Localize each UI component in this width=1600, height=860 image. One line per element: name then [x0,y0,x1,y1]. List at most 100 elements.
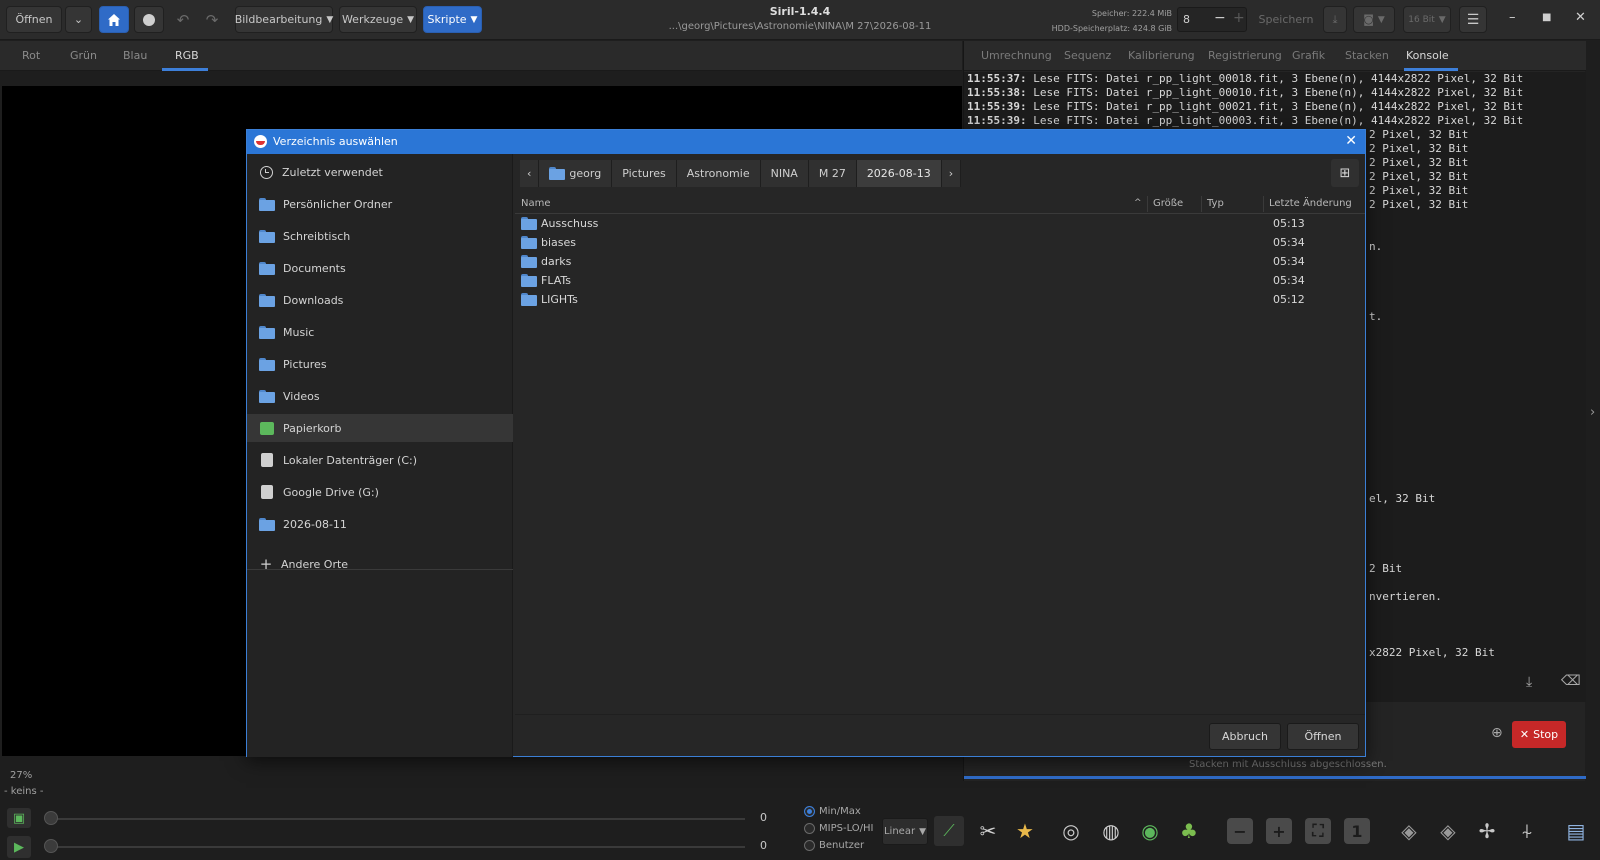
sidebar-item-drive-g[interactable]: Google Drive (G:) [247,478,513,506]
rgb-align-button[interactable]: ⍭ [1512,816,1542,846]
star-button[interactable]: ★ [1010,816,1040,846]
layers-button[interactable]: ▤ [1561,816,1591,846]
sidebar-item-home[interactable]: Persönlicher Ordner [247,190,513,218]
zoom-out-button[interactable]: − [1227,818,1253,844]
crosshair-button[interactable]: ✢ [1472,816,1502,846]
sidebar-item-label: Zuletzt verwendet [282,165,383,179]
main-menu-button[interactable]: ☰ [1459,6,1487,33]
tab-console[interactable]: Konsole [1406,49,1449,62]
dialog-close-button[interactable]: ✕ [1345,133,1357,149]
column-name[interactable]: Name [521,198,551,209]
zoom-in-button[interactable]: + [1266,818,1292,844]
tab-sequence[interactable]: Sequenz [1064,49,1111,62]
save-button[interactable]: Speichern [1255,6,1317,33]
file-row[interactable]: Ausschuss 05:13 [515,214,1365,233]
crumb-georg[interactable]: georg [539,160,613,187]
sidebar-item-downloads[interactable]: Downloads [247,286,513,314]
tree-button[interactable]: ♣ [1174,816,1204,846]
home-button[interactable] [99,6,129,33]
maximize-button[interactable]: ■ [1542,12,1551,23]
radio-minmax[interactable]: Min/Max [804,806,861,817]
open-button[interactable]: Öffnen [6,6,62,33]
sidebar-item-videos[interactable]: Videos [247,382,513,410]
save-log-button[interactable]: ⤓ [1526,674,1532,690]
file-modified: 05:34 [1273,255,1305,268]
radio-mips[interactable]: MIPS-LO/HI [804,823,874,834]
sidebar-item-recent[interactable]: Zuletzt verwendet [247,158,513,186]
close-button[interactable]: ✕ [1575,10,1586,25]
tab-blue[interactable]: Blau [123,49,147,62]
tab-stacking[interactable]: Stacken [1345,49,1389,62]
zoom-fit-button[interactable]: ⛶ [1305,818,1331,844]
histogram-button[interactable]: ▣ [7,808,31,828]
crumb-pictures[interactable]: Pictures [612,160,677,187]
globe-button[interactable]: ◍ [1096,816,1126,846]
sidebar-item-pictures[interactable]: Pictures [247,350,513,378]
file-row[interactable]: LIGHTs 05:12 [515,290,1365,309]
file-row[interactable]: biases 05:34 [515,233,1365,252]
scripts-menu[interactable]: Skripte ▼ [423,6,482,33]
mirror-button[interactable]: ◈ [1433,816,1463,846]
path-forward-button[interactable]: › [941,160,962,187]
crumb-nina[interactable]: NINA [760,160,809,187]
snapshot-button[interactable]: ◙ ▼ [1353,6,1395,33]
recent-files-dropdown-button[interactable]: ⌄ [65,6,92,33]
path-back-button[interactable]: ‹ [520,160,540,187]
file-row[interactable]: darks 05:34 [515,252,1365,271]
tab-green[interactable]: Grün [70,49,97,62]
sidebar-item-drive-c[interactable]: Lokaler Datenträger (C:) [247,446,513,474]
tab-registration[interactable]: Registrierung [1208,49,1282,62]
tab-conversion[interactable]: Umrechnung [981,49,1052,62]
cancel-button[interactable]: Abbruch [1209,723,1281,750]
low-slider-track[interactable] [48,846,745,848]
file-row[interactable]: FLATs 05:34 [515,271,1365,290]
sidebar-item-documents[interactable]: Documents [247,254,513,282]
increment-button[interactable]: + [1233,10,1245,26]
scale-dropdown[interactable]: Linear ▼ [882,818,928,845]
low-slider-knob[interactable] [44,839,58,853]
radio-user[interactable]: Benutzer [804,840,864,851]
redo-button[interactable]: ↷ [199,6,225,33]
sidebar-item-other-locations[interactable]: + Andere Orte [247,550,513,578]
clear-log-button[interactable]: ⌫ [1561,673,1581,689]
image-processing-menu[interactable]: Bildbearbeitung ▼ [235,6,333,33]
chevron-right-icon[interactable]: › [1590,405,1595,420]
livestack-button[interactable] [134,6,164,33]
sidebar-item-trash[interactable]: Papierkorb [247,414,513,442]
play-button[interactable]: ▶ [7,836,31,858]
column-modified[interactable]: Letzte Änderung [1269,198,1352,209]
flip-button[interactable]: ◈ [1394,816,1424,846]
command-help-button[interactable]: ⊕ [1491,725,1503,741]
sequence-selector[interactable]: - keins - [4,786,44,797]
stop-button[interactable]: ✕ Stop [1512,721,1566,748]
crumb-m27[interactable]: M 27 [808,160,857,187]
tools-menu[interactable]: Werkzeuge ▼ [339,6,417,33]
sidebar-item-music[interactable]: Music [247,318,513,346]
decrement-button[interactable]: − [1214,10,1226,26]
sidebar-item-desktop[interactable]: Schreibtisch [247,222,513,250]
column-size[interactable]: Größe [1153,198,1183,209]
sidebar-item-bookmark[interactable]: 2026-08-11 [247,510,513,538]
tab-plot[interactable]: Grafik [1292,49,1325,62]
high-slider-track[interactable] [48,818,745,820]
undo-button[interactable]: ↶ [170,6,196,33]
color-toggle-button[interactable]: ⟋ [934,816,964,846]
crumb-astronomie[interactable]: Astronomie [676,160,761,187]
tab-red[interactable]: Rot [22,49,40,62]
zoom-100-button[interactable]: 1 [1344,818,1370,844]
tab-rgb[interactable]: RGB [175,49,199,62]
open-folder-button[interactable]: Öffnen [1287,723,1359,750]
tab-calibration[interactable]: Kalibrierung [1128,49,1195,62]
cut-button[interactable]: ✂ [973,816,1003,846]
photometry-button[interactable]: ◉ [1135,816,1165,846]
cpu-threads-spinner[interactable]: 8 − + [1177,7,1247,32]
save-as-button[interactable]: ⤓ [1323,6,1347,33]
bitdepth-dropdown[interactable]: 16 Bit ▼ [1403,6,1451,33]
create-folder-button[interactable]: ⊞ [1331,159,1359,187]
crumb-current[interactable]: 2026-08-13 [856,160,942,187]
column-type[interactable]: Typ [1207,198,1224,209]
pictures-folder-icon [259,357,275,371]
minimize-button[interactable]: – [1509,10,1516,25]
target-button[interactable]: ◎ [1056,816,1086,846]
high-slider-knob[interactable] [44,811,58,825]
